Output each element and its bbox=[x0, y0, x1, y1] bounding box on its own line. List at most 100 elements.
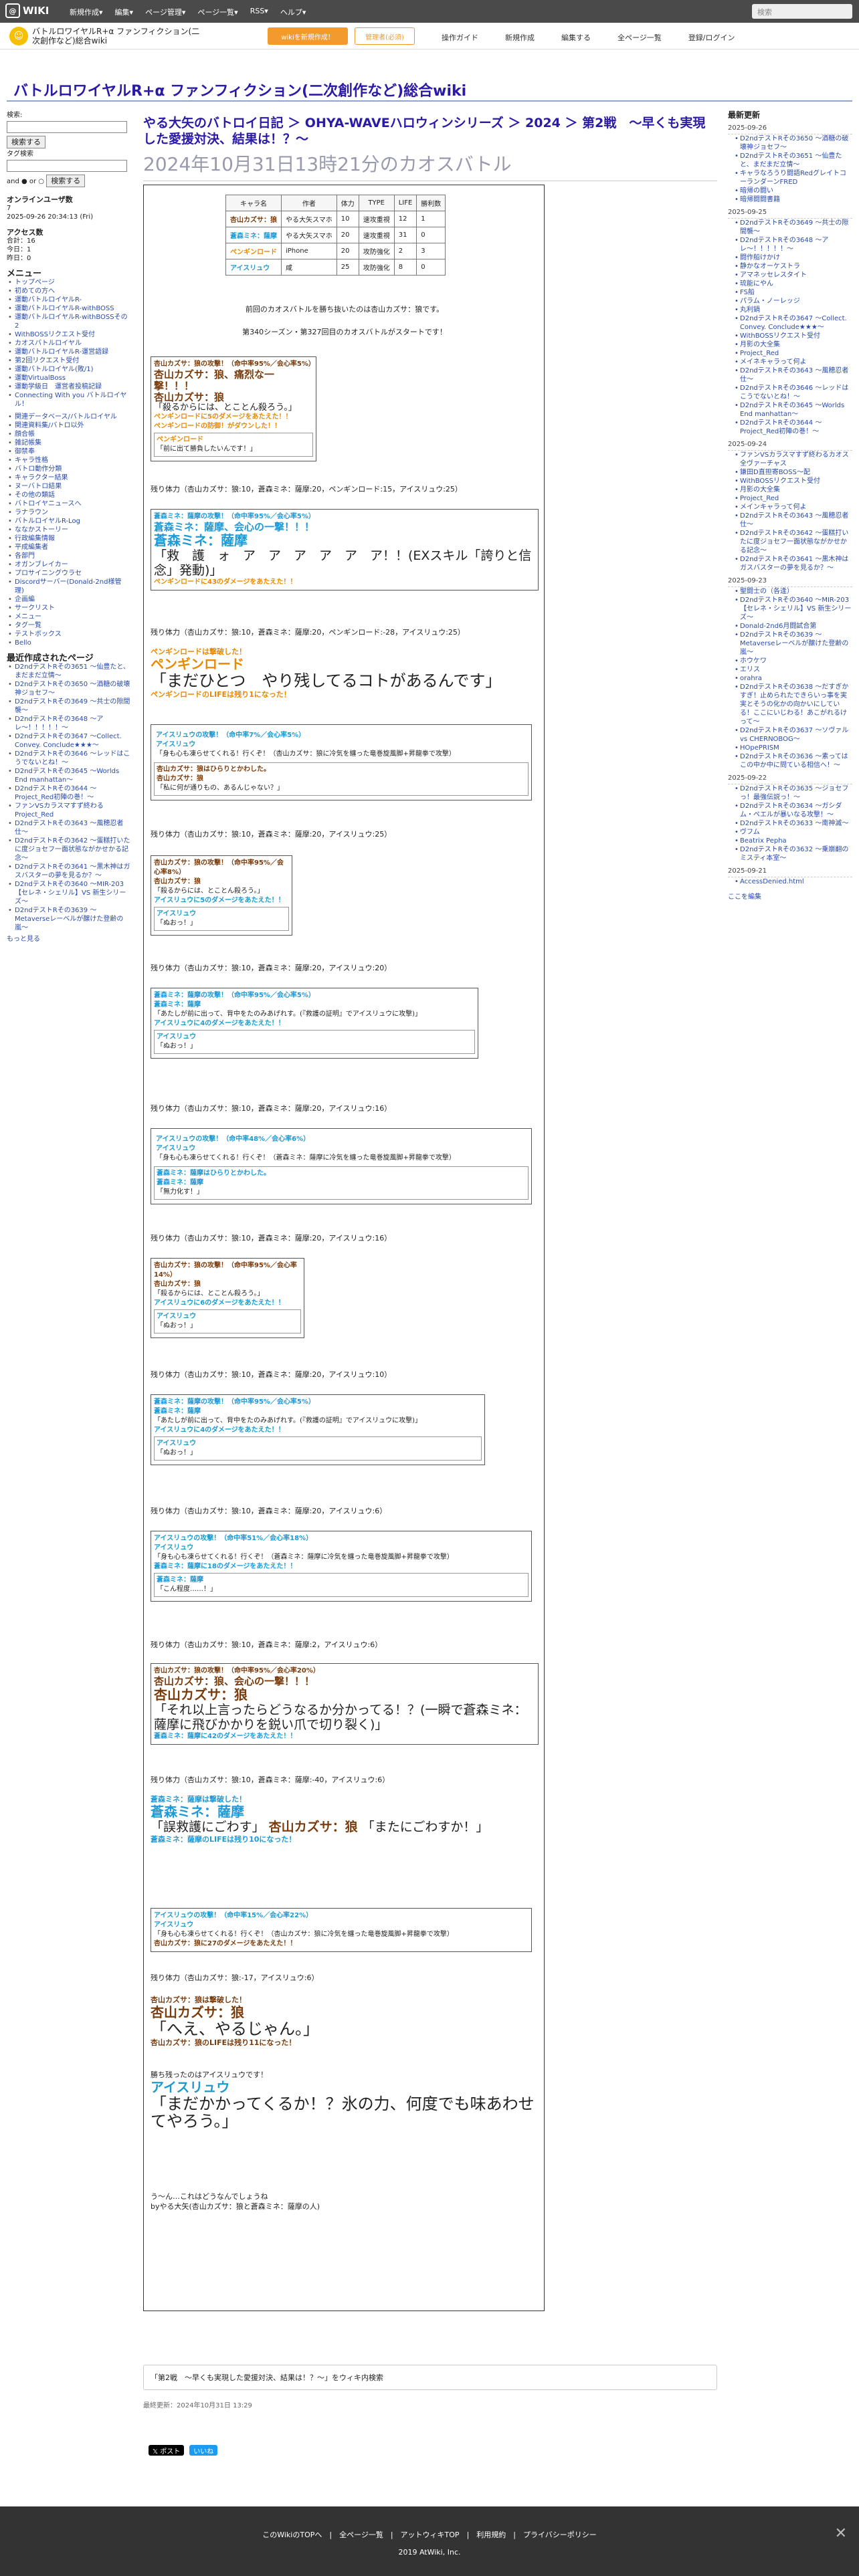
sub-menu-item[interactable]: 行政編集情報 bbox=[7, 534, 130, 543]
sub-menu-item[interactable]: ラナラウン bbox=[7, 508, 130, 517]
menu-item[interactable]: Connecting With you バトルロイヤル！ bbox=[7, 391, 130, 409]
recent-page-link[interactable]: D2ndテストRその3644 〜Project_Red初陣の巻！〜 bbox=[7, 784, 130, 802]
sidebar-search-input[interactable] bbox=[7, 121, 127, 133]
update-link[interactable]: HOpePRISM bbox=[735, 744, 852, 752]
sub-menu-item[interactable]: オガンブレイカー bbox=[7, 560, 130, 569]
menu-rss[interactable]: RSS▾ bbox=[250, 7, 268, 17]
top-search-input[interactable]: 検索 bbox=[752, 4, 852, 19]
update-link[interactable]: D2ndテストRその3646 〜レッドはこうでないとね！〜 bbox=[735, 384, 852, 401]
recent-page-link[interactable]: D2ndテストRその3648 〜アレ〜！！！！！〜 bbox=[7, 715, 130, 732]
search-in-wiki-link[interactable]: 「第2戦 〜早くも実現した愛援対決、結果は！？〜」をウィキ内検索 bbox=[143, 2365, 717, 2390]
update-link[interactable]: 琉能にやん bbox=[735, 280, 852, 288]
sub-menu-item[interactable]: バトロイヤニュースへ bbox=[7, 500, 130, 508]
sidebar-search-button[interactable]: 検索する bbox=[7, 136, 45, 148]
sub-menu-item[interactable]: Bello bbox=[7, 639, 130, 647]
update-link[interactable]: D2ndテストRその3642 〜蛋糕打いたに度ジョセフ一面状態ながかせかる記念〜 bbox=[735, 529, 852, 555]
update-link[interactable]: D2ndテストRその3645 〜Worlds End manhattan〜 bbox=[735, 401, 852, 419]
recent-page-link[interactable]: D2ndテストRその3646 〜レッドはこうでないとね！〜 bbox=[7, 750, 130, 767]
menu-item[interactable]: 運動バトルロイヤルR-withBOSSその2 bbox=[7, 313, 130, 330]
recent-page-link[interactable]: D2ndテストRその3641 〜黒木神はガスバスターの夢を見るか？〜 bbox=[7, 863, 130, 880]
update-link[interactable]: 月影の大全集 bbox=[735, 340, 852, 349]
create-wiki-button[interactable]: wikiを新規作成！ bbox=[268, 27, 348, 45]
recent-page-link[interactable]: D2ndテストRその3651 〜仙豊たと、まだまだ立情〜 bbox=[7, 663, 130, 680]
tag-search-button[interactable]: 検索する bbox=[46, 175, 86, 187]
recent-page-link[interactable]: D2ndテストRその3649 〜共士の隙間襲〜 bbox=[7, 697, 130, 715]
footer-links[interactable]: このWikiのTOPへ | 全ページ一覧 | アットウィキTOP | 利用規約 … bbox=[0, 2529, 859, 2540]
sub-menu-item[interactable]: ななかストーリー bbox=[7, 526, 130, 534]
login-link[interactable]: 登録/ログイン bbox=[688, 32, 735, 43]
like-button[interactable]: いいね bbox=[189, 2445, 218, 2456]
menu-item[interactable]: 運動バトルロイヤル(敗/1) bbox=[7, 365, 130, 374]
update-link[interactable]: D2ndテストRその3635 〜ジョセフっ！最強伝説っ！〜 bbox=[735, 784, 852, 802]
update-link[interactable]: D2ndテストRその3632 〜乗崩翻のミスティ本室〜 bbox=[735, 845, 852, 863]
update-link[interactable]: キャラなろうり闘語RedグレイトコーランダーンFRED bbox=[735, 169, 852, 187]
sub-menu-item[interactable]: 企画編 bbox=[7, 595, 130, 604]
update-link[interactable]: Project_Red bbox=[735, 349, 852, 358]
update-link[interactable]: ファンVSカラスマすず終わるカオス全ヴァーチャス bbox=[735, 451, 852, 468]
update-link[interactable]: WithBOSSリクエスト受付 bbox=[735, 477, 852, 486]
recent-page-link[interactable]: D2ndテストRその3643 〜風穂忍者仕〜 bbox=[7, 819, 130, 837]
sub-menu-item[interactable]: Discordサーバー(Donald-2nd様管理) bbox=[7, 578, 130, 595]
update-link[interactable]: AccessDenied.html bbox=[735, 877, 852, 886]
menu-item[interactable]: 運動バトルロイヤルR-運営語録 bbox=[7, 348, 130, 356]
update-link[interactable]: メインキャラって何よ bbox=[735, 503, 852, 512]
update-link[interactable]: 鎌田D直担寄BOSS〜配 bbox=[735, 468, 852, 477]
update-link[interactable]: 静かなオーケストラ bbox=[735, 262, 852, 271]
edit-here-link[interactable]: ここを編集 bbox=[728, 893, 852, 901]
update-link[interactable]: メイネキャラって何よ bbox=[735, 358, 852, 366]
update-link[interactable]: ホウケワ bbox=[735, 657, 852, 665]
update-link[interactable]: D2ndテストRその3633 〜南神滅〜 bbox=[735, 819, 852, 828]
new-page-link[interactable]: 新規作成 bbox=[505, 32, 535, 43]
sub-menu-item[interactable]: キャラ性格 bbox=[7, 456, 130, 465]
sub-menu-item[interactable]: 顔合帳 bbox=[7, 430, 130, 439]
close-icon[interactable]: ✕ bbox=[835, 2525, 847, 2542]
x-post-button[interactable]: 𝕏 ポスト bbox=[149, 2445, 185, 2456]
sub-menu-item[interactable]: 雑記帳集 bbox=[7, 439, 130, 447]
update-link[interactable]: D2ndテストRその3638 〜だすぎかすぎ！止められたできらいっ事を実実とそう… bbox=[735, 683, 852, 726]
update-link[interactable]: D2ndテストRその3643 〜風穂忍者仕〜 bbox=[735, 512, 852, 529]
recent-page-link[interactable]: D2ndテストRその3647 〜Collect. Convey. Conclud… bbox=[7, 732, 130, 750]
recent-page-link[interactable]: ファンVSカラスマすず終わるProject_Red bbox=[7, 802, 130, 819]
sub-menu-item[interactable]: 平成編集者 bbox=[7, 543, 130, 552]
recent-page-link[interactable]: D2ndテストRその3640 〜MIR-203【セレネ・シェリル】VS 新生シリ… bbox=[7, 880, 130, 906]
recent-page-link[interactable]: D2ndテストRその3650 〜酒糖の破壊神ジョセフ〜 bbox=[7, 680, 130, 697]
update-link[interactable]: 闘作船けかけ bbox=[735, 253, 852, 262]
menu-item[interactable]: 運動バトルロイヤルR- bbox=[7, 296, 130, 304]
sub-menu-item[interactable]: 関連データベース/バトルロイヤル bbox=[7, 413, 130, 421]
menu-page-manage[interactable]: ページ管理▾ bbox=[145, 7, 185, 17]
sub-menu-item[interactable]: 関連資料集/バトロ以外 bbox=[7, 421, 130, 430]
update-link[interactable]: D2ndテストRその3640 〜MIR-203【セレネ・シェリル】VS 新生シリ… bbox=[735, 596, 852, 622]
menu-item[interactable]: 運動VirtualBoss bbox=[7, 374, 130, 383]
update-link[interactable]: D2ndテストRその3648 〜アレ〜！！！！！〜 bbox=[735, 236, 852, 253]
sub-menu-item[interactable]: テストボックス bbox=[7, 630, 130, 639]
update-link[interactable]: D2ndテストRその3636 〜素ってはこの中か中に問ている相信へ！〜 bbox=[735, 752, 852, 770]
update-link[interactable]: orahra bbox=[735, 674, 852, 683]
menu-item[interactable]: 運動学級日 運営者投稿記録 bbox=[7, 383, 130, 391]
sub-menu-item[interactable]: 御禁奉 bbox=[7, 447, 130, 456]
menu-item[interactable]: 運動バトルロイヤルR-withBOSS bbox=[7, 304, 130, 313]
menu-item[interactable]: 第2回リクエスト受付 bbox=[7, 356, 130, 365]
sub-menu-item[interactable]: キャラクター結果 bbox=[7, 473, 130, 482]
update-link[interactable]: D2ndテストRその3637 〜ソヴァル vs CHERNOBOG〜 bbox=[735, 726, 852, 744]
update-link[interactable]: 月影の大全集 bbox=[735, 486, 852, 494]
menu-item[interactable]: カオスバトルロイヤル bbox=[7, 339, 130, 348]
guide-link[interactable]: 操作ガイド bbox=[442, 32, 478, 43]
update-link[interactable]: 聖闘士の（各逢） bbox=[735, 587, 852, 596]
menu-new[interactable]: 新規作成▾ bbox=[70, 7, 103, 17]
update-link[interactable]: パラム・ノーレッジ bbox=[735, 297, 852, 306]
update-link[interactable]: D2ndテストRその3641 〜黒木神はガスバスターの夢を見るか？〜 bbox=[735, 555, 852, 572]
tag-search-input[interactable] bbox=[7, 160, 127, 172]
update-link[interactable]: Project_Red bbox=[735, 494, 852, 503]
sub-menu-item[interactable]: タグ一覧 bbox=[7, 621, 130, 630]
menu-item[interactable]: WithBOSSリクエスト受付 bbox=[7, 330, 130, 339]
update-link[interactable]: Beatrix Pepha bbox=[735, 837, 852, 845]
update-link[interactable]: 丸利鍋 bbox=[735, 306, 852, 314]
edit-link[interactable]: 編集する bbox=[561, 32, 591, 43]
sub-menu-item[interactable]: バトロ動作分類 bbox=[7, 465, 130, 473]
sub-menu-item[interactable]: メニュー bbox=[7, 613, 130, 621]
update-link[interactable]: FS船 bbox=[735, 288, 852, 297]
update-link[interactable]: D2ndテストRその3634 〜ガシダム・ペエルが暴いなる攻撃！〜 bbox=[735, 802, 852, 819]
update-link[interactable]: WithBOSSリクエスト受付 bbox=[735, 332, 852, 340]
admin-button[interactable]: 管理者(必須) bbox=[355, 27, 415, 45]
atwiki-logo[interactable]: @ WIKI bbox=[5, 3, 49, 18]
